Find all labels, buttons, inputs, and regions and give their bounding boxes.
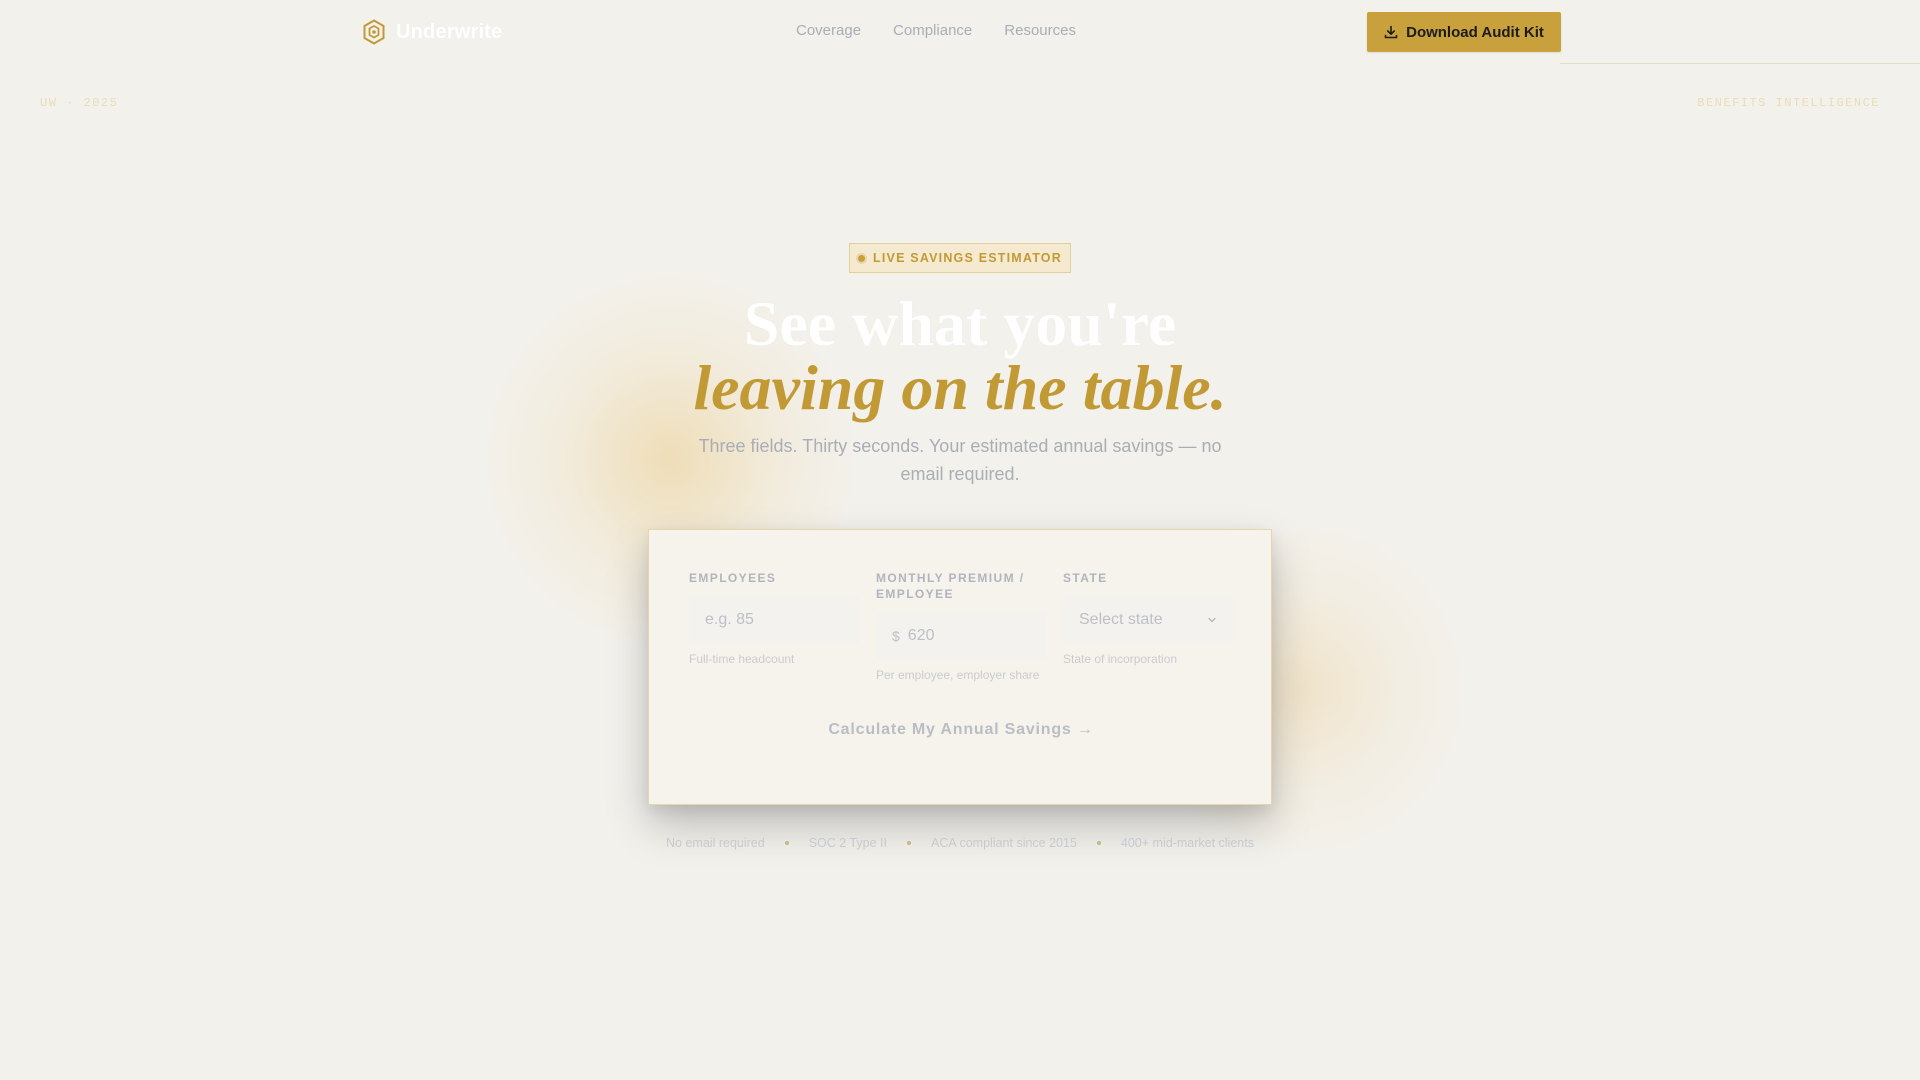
calculate-savings-button[interactable]: Calculate My Annual Savings → xyxy=(689,710,1233,750)
state-hint: State of incorporation xyxy=(1063,652,1178,666)
main-nav: Coverage Compliance Resources xyxy=(796,22,1076,39)
brand[interactable]: Underwrite xyxy=(362,18,502,46)
nav-compliance[interactable]: Compliance xyxy=(893,22,972,39)
currency-symbol: $ xyxy=(892,628,900,644)
premium-hint: Per employee, employer share xyxy=(876,668,1040,682)
premium-label: MONTHLY PREMIUM / EMPLOYEE xyxy=(876,571,1025,601)
download-icon xyxy=(1384,25,1398,39)
headline-line-1: See what you're xyxy=(743,288,1177,359)
employees-input-box xyxy=(689,596,859,644)
state-field-group: STATE Select state State of incorporatio… xyxy=(1063,570,1233,666)
premium-input[interactable] xyxy=(907,627,1030,645)
badge-label: LIVE SAVINGS ESTIMATOR xyxy=(873,251,1062,265)
employees-field-group: EMPLOYEES Full-time headcount xyxy=(689,570,859,666)
download-audit-kit-button[interactable]: Download Audit Kit xyxy=(1367,12,1561,52)
state-select[interactable]: Select state xyxy=(1063,596,1233,644)
corner-mark-left: UW · 2025 xyxy=(40,96,119,110)
state-select-value: Select state xyxy=(1079,611,1163,628)
employees-hint: Full-time headcount xyxy=(689,652,795,666)
nav-resources[interactable]: Resources xyxy=(1004,22,1076,39)
savings-estimator-form: EMPLOYEES Full-time headcount MONTHLY PR… xyxy=(648,529,1272,805)
chevron-down-icon xyxy=(1208,617,1216,623)
live-dot-icon xyxy=(858,254,866,262)
headline-line-2: leaving on the table. xyxy=(693,352,1227,423)
employees-label: EMPLOYEES xyxy=(689,571,777,585)
brand-name: Underwrite xyxy=(396,20,503,43)
nav-coverage[interactable]: Coverage xyxy=(796,22,861,39)
trust-item: SOC 2 Type II xyxy=(808,836,887,850)
hero-headline: See what you're leaving on the table. xyxy=(560,292,1360,420)
corner-mark-right: BENEFITS INTELLIGENCE xyxy=(1697,96,1880,110)
premium-field-group: MONTHLY PREMIUM / EMPLOYEE $ Per employe… xyxy=(876,570,1046,682)
trust-item: ACA compliant since 2015 xyxy=(930,836,1077,850)
trust-item: 400+ mid-market clients xyxy=(1120,836,1254,850)
bullet-separator xyxy=(1096,841,1101,845)
premium-input-box: $ xyxy=(876,612,1046,660)
bullet-separator xyxy=(784,841,789,845)
state-label: STATE xyxy=(1063,571,1108,585)
trust-item: No email required xyxy=(666,836,765,850)
bullet-separator xyxy=(906,841,911,845)
hero-subtitle: Three fields. Thirty seconds. Your estim… xyxy=(698,436,1222,484)
live-estimator-badge: LIVE SAVINGS ESTIMATOR xyxy=(849,243,1071,273)
trust-indicators: No email required SOC 2 Type II ACA comp… xyxy=(660,836,1260,850)
top-navigation-bar: Underwrite Coverage Compliance Resources… xyxy=(0,0,1920,64)
shield-logo-icon xyxy=(363,19,385,45)
download-audit-kit-label: Download Audit Kit xyxy=(1406,23,1544,41)
employees-input[interactable] xyxy=(705,611,843,629)
